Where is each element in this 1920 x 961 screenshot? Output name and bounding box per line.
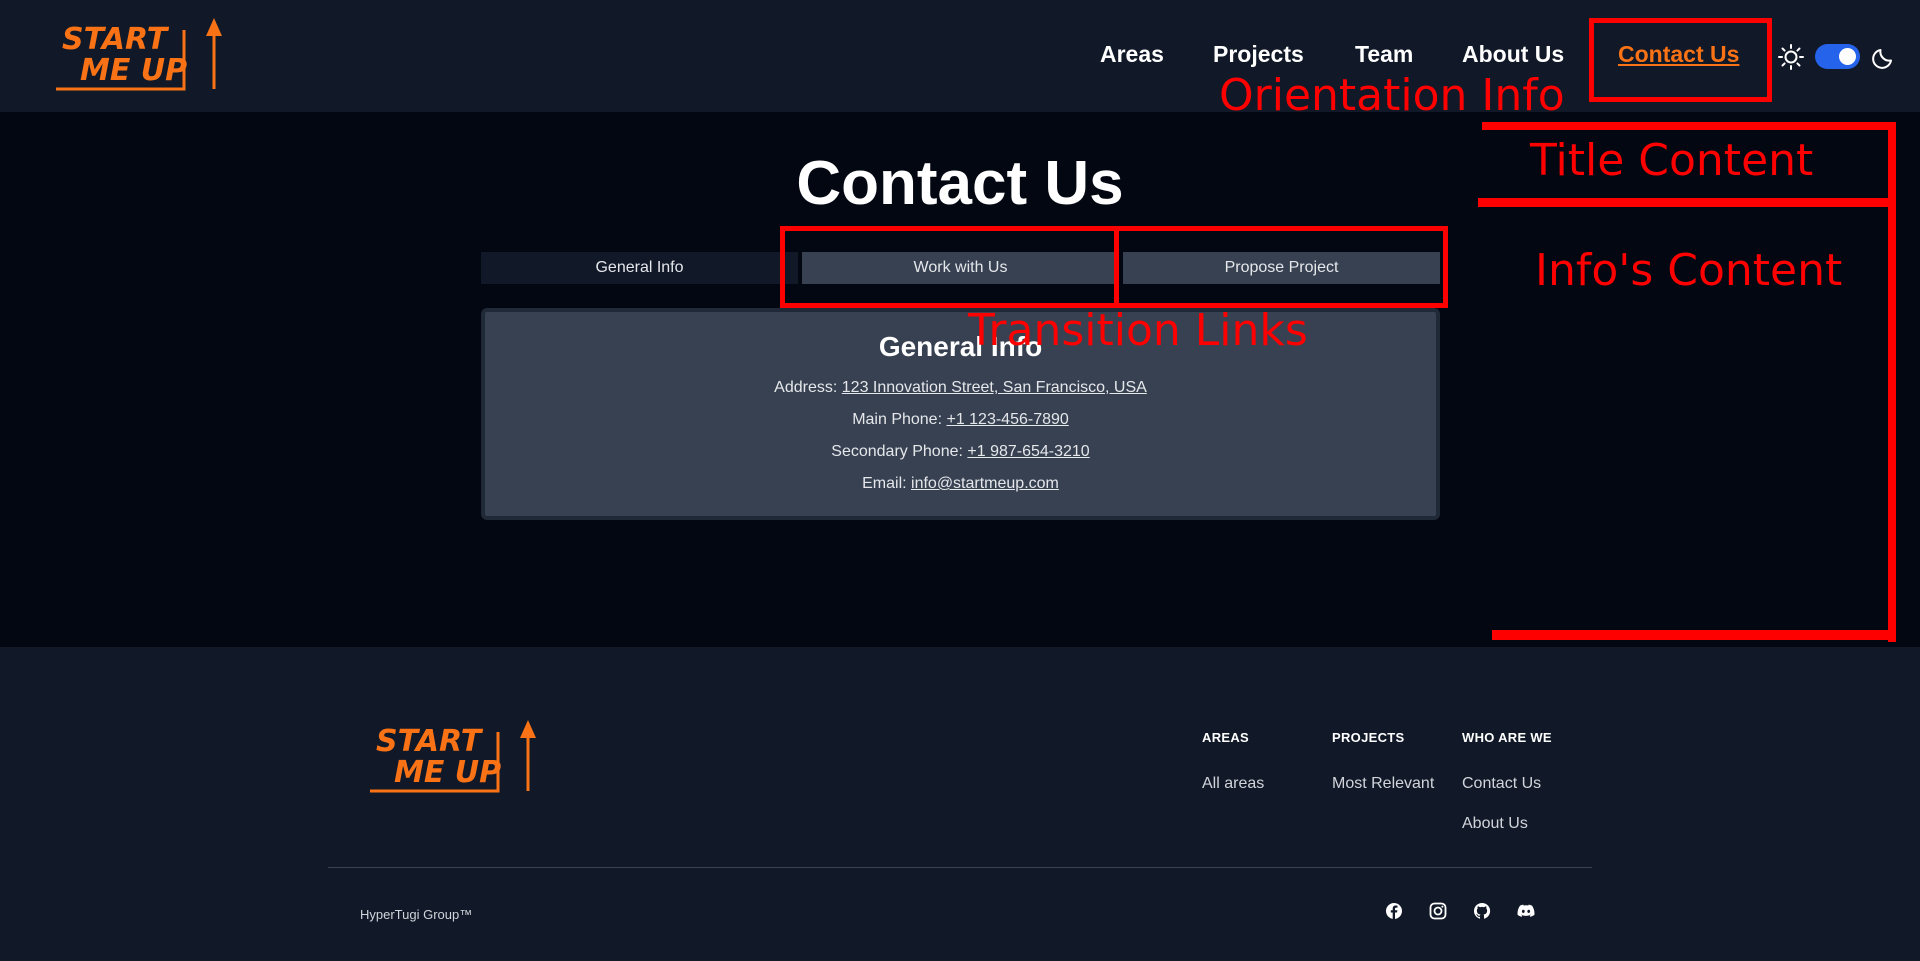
- tab-general-info[interactable]: General Info: [481, 252, 798, 284]
- secondary-phone-label: Secondary Phone:: [831, 443, 968, 460]
- annotation-line-title-top: [1482, 122, 1896, 130]
- toggle-knob: [1839, 48, 1856, 65]
- main-phone-label: Main Phone:: [852, 411, 947, 428]
- annotation-line-right: [1888, 122, 1896, 642]
- instagram-icon[interactable]: [1428, 901, 1448, 921]
- nav-team[interactable]: Team: [1355, 41, 1413, 68]
- footer-link-contact-us[interactable]: Contact Us: [1462, 775, 1541, 793]
- annotation-transition-label: Transition Links: [968, 305, 1308, 356]
- email-label: Email:: [862, 475, 912, 492]
- address-label: Address:: [774, 379, 842, 396]
- footer-logo-line1: START: [376, 724, 484, 759]
- footer-logo-graphic: START ME UP: [370, 720, 536, 793]
- email-line: Email: info@startmeup.com: [485, 473, 1436, 494]
- logo-line2: ME UP: [80, 53, 187, 88]
- footer-logo-line2: ME UP: [394, 755, 501, 790]
- annotation-line-title-bottom: [1478, 198, 1895, 207]
- footer-logo[interactable]: START ME UP: [366, 718, 546, 794]
- annotation-orientation-label: Orientation Info: [1219, 70, 1565, 121]
- footer-heading-who-are-we: WHO ARE WE: [1462, 730, 1552, 745]
- email-link[interactable]: info@startmeup.com: [911, 475, 1059, 492]
- main-phone-line: Main Phone: +1 123-456-7890: [485, 409, 1436, 430]
- annotation-box-propose-project: [1114, 226, 1448, 308]
- annotation-info-content-label: Info's Content: [1535, 245, 1843, 296]
- nav-areas[interactable]: Areas: [1100, 41, 1164, 68]
- theme-toggle[interactable]: [1815, 44, 1860, 69]
- footer-link-all-areas[interactable]: All areas: [1202, 775, 1264, 793]
- discord-icon[interactable]: [1516, 901, 1536, 921]
- sun-icon: [1777, 43, 1805, 71]
- annotation-title-content-label: Title Content: [1530, 135, 1814, 186]
- address-link[interactable]: 123 Innovation Street, San Francisco, US…: [842, 379, 1147, 396]
- secondary-phone-line: Secondary Phone: +1 987-654-3210: [485, 441, 1436, 462]
- facebook-icon[interactable]: [1384, 901, 1404, 921]
- footer-heading-projects: PROJECTS: [1332, 730, 1405, 745]
- footer-heading-areas: AREAS: [1202, 730, 1250, 745]
- site-footer: [0, 647, 1920, 961]
- secondary-phone-link[interactable]: +1 987-654-3210: [967, 443, 1089, 460]
- nav-projects[interactable]: Projects: [1213, 41, 1304, 68]
- address-line: Address: 123 Innovation Street, San Fran…: [485, 377, 1436, 398]
- annotation-box-work-with-us: [780, 226, 1119, 308]
- copyright-text: HyperTugi Group™: [360, 907, 473, 922]
- github-icon[interactable]: [1472, 901, 1492, 921]
- logo-line1: START: [62, 22, 170, 57]
- nav-about-us[interactable]: About Us: [1462, 41, 1564, 68]
- main-phone-link[interactable]: +1 123-456-7890: [946, 411, 1068, 428]
- moon-icon: [1870, 43, 1898, 71]
- footer-link-about-us[interactable]: About Us: [1462, 815, 1528, 833]
- annotation-line-content-bottom: [1492, 630, 1896, 640]
- annotation-box-orientation: [1589, 18, 1772, 102]
- logo-graphic: START ME UP: [56, 18, 222, 91]
- brand-logo[interactable]: START ME UP: [52, 16, 232, 92]
- footer-link-most-relevant[interactable]: Most Relevant: [1332, 775, 1434, 793]
- footer-divider: [328, 867, 1592, 868]
